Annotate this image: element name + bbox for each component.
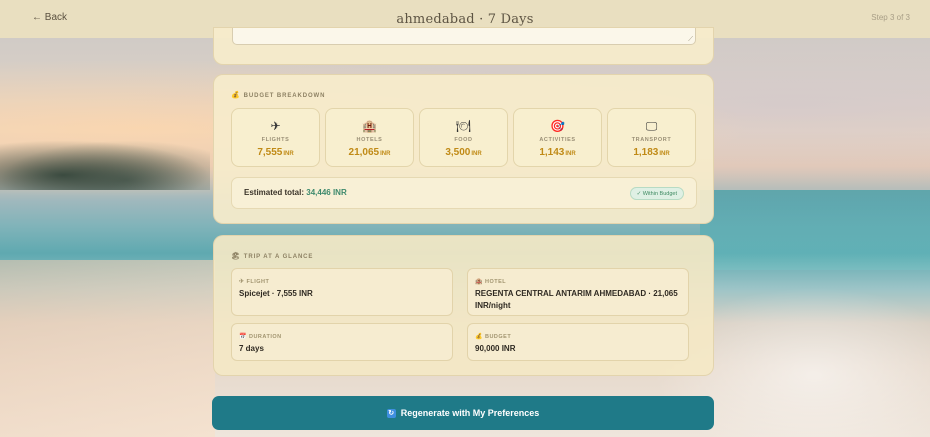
- category-label: TRANSPORT: [631, 137, 672, 143]
- estimated-total-value: 34,446 INR: [306, 188, 347, 197]
- background-trees: [0, 140, 210, 190]
- budget-category-activities: 🎯 ACTIVITIES 1,143INR: [513, 108, 602, 167]
- budget-section-label: BUDGET BREAKDOWN: [243, 93, 326, 99]
- category-amount: 1,183INR: [633, 147, 669, 158]
- category-amount: 1,143INR: [539, 147, 575, 158]
- tile-value: Spicejet · 7,555 INR: [239, 289, 313, 298]
- amount-value: 1,183: [633, 147, 659, 158]
- resize-handle-icon[interactable]: ⟋: [688, 35, 693, 44]
- step-indicator: Step 3 of 3: [871, 13, 910, 22]
- tile-label: 📅 DURATION: [239, 333, 282, 340]
- glance-section-label: TRIP AT A GLANCE: [243, 254, 314, 260]
- transport-icon: 🖵: [645, 119, 658, 133]
- hotel-icon: 🏨: [362, 119, 377, 133]
- tile-label: 🏨 HOTEL: [475, 278, 506, 285]
- category-label: HOTELS: [356, 137, 383, 143]
- hotel-icon: 🏨: [475, 279, 483, 285]
- category-amount: 3,500INR: [445, 147, 481, 158]
- budget-breakdown-card: 💰 BUDGET BREAKDOWN ✈ FLIGHTS 7,555INR 🏨 H…: [213, 74, 714, 224]
- estimated-total: Estimated total: 34,446 INR: [244, 188, 347, 197]
- regenerate-button[interactable]: ↻ Regenerate with My Preferences: [212, 396, 714, 430]
- background-sand: [0, 260, 215, 437]
- glance-tile-duration: 📅 DURATION 7 days: [231, 323, 453, 361]
- tile-value: 90,000 INR: [475, 344, 516, 353]
- food-icon: 🍽: [455, 119, 472, 133]
- amount-unit: INR: [565, 151, 576, 157]
- budget-category-transport: 🖵 TRANSPORT 1,183INR: [607, 108, 696, 167]
- amount-unit: INR: [283, 151, 294, 157]
- budget-category-flights: ✈ FLIGHTS 7,555INR: [231, 108, 320, 167]
- category-label: FLIGHTS: [261, 137, 290, 143]
- amount-value: 1,143: [539, 147, 565, 158]
- trip-glance-card: 🏖 TRIP AT A GLANCE ✈ FLIGHT Spicejet · 7,5…: [213, 235, 714, 376]
- airplane-icon: ✈: [270, 119, 281, 133]
- tile-value: REGENTA CENTRAL ANTARIM AHMEDABAD · 21,0…: [475, 289, 678, 310]
- money-bag-icon: 💰: [475, 334, 483, 340]
- glance-tile-budget: 💰 BUDGET 90,000 INR: [467, 323, 689, 361]
- budget-section-header: 💰 BUDGET BREAKDOWN: [231, 91, 325, 99]
- tile-value: 7 days: [239, 344, 264, 353]
- amount-unit: INR: [659, 151, 670, 157]
- back-button[interactable]: ← Back: [32, 12, 67, 23]
- money-bag-icon: 💰: [231, 92, 241, 99]
- budget-category-food: 🍽 FOOD 3,500INR: [419, 108, 508, 167]
- status-badge: ✓ Within Budget: [629, 187, 684, 200]
- tile-label-text: FLIGHT: [246, 279, 270, 285]
- target-icon: 🎯: [550, 119, 565, 133]
- category-amount: 21,065INR: [349, 147, 391, 158]
- preferences-textarea[interactable]: ⟋: [232, 28, 696, 45]
- tile-label: 💰 BUDGET: [475, 333, 511, 340]
- category-label: FOOD: [454, 137, 473, 143]
- glance-section-header: 🏖 TRIP AT A GLANCE: [231, 252, 313, 260]
- category-amount: 7,555INR: [257, 147, 293, 158]
- estimated-total-label: Estimated total:: [244, 188, 305, 197]
- tile-label-text: BUDGET: [484, 334, 512, 340]
- tile-label-text: DURATION: [248, 334, 282, 340]
- regenerate-label: Regenerate with My Preferences: [400, 408, 540, 418]
- preferences-card: ⟋: [213, 27, 714, 65]
- category-label: ACTIVITIES: [539, 137, 576, 143]
- glance-tile-flight: ✈ FLIGHT Spicejet · 7,555 INR: [231, 268, 453, 316]
- budget-categories: ✈ FLIGHTS 7,555INR 🏨 HOTELS 21,065INR 🍽 …: [231, 108, 697, 167]
- tile-label-text: HOTEL: [484, 279, 507, 285]
- amount-value: 7,555: [257, 147, 283, 158]
- amount-value: 21,065: [348, 147, 380, 158]
- amount-unit: INR: [380, 151, 391, 157]
- page-title: ahmedabad · 7 Days: [396, 11, 534, 27]
- budget-category-hotels: 🏨 HOTELS 21,065INR: [325, 108, 414, 167]
- traveler-icon: 🏖: [231, 253, 241, 260]
- tile-label: ✈ FLIGHT: [239, 278, 269, 285]
- amount-unit: INR: [471, 151, 482, 157]
- estimated-total-row: Estimated total: 34,446 INR ✓ Within Bud…: [231, 177, 697, 209]
- airplane-icon: ✈: [239, 279, 245, 285]
- background-sea: [700, 190, 930, 270]
- refresh-icon: ↻: [386, 408, 396, 418]
- glance-tile-hotel: 🏨 HOTEL REGENTA CENTRAL ANTARIM AHMEDABAD…: [467, 268, 689, 316]
- calendar-icon: 📅: [239, 334, 247, 340]
- amount-value: 3,500: [445, 147, 471, 158]
